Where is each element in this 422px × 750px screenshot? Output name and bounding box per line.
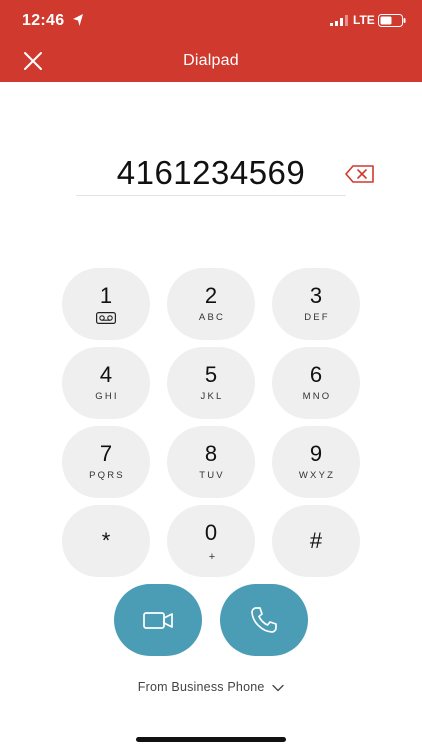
key-8[interactable]: 8 TUV bbox=[167, 426, 255, 498]
battery-icon bbox=[378, 14, 406, 27]
key-hash[interactable]: # bbox=[272, 505, 360, 577]
number-underline bbox=[76, 195, 346, 196]
key-digit: # bbox=[309, 528, 323, 553]
key-digit: 8 bbox=[204, 441, 218, 466]
key-0[interactable]: 0 + bbox=[167, 505, 255, 577]
key-letters: DEF bbox=[304, 312, 330, 323]
key-digit: 4 bbox=[99, 362, 113, 387]
key-digit: 7 bbox=[99, 441, 113, 466]
from-phone-label: From Business Phone bbox=[137, 680, 265, 694]
voicemail-icon bbox=[96, 312, 116, 324]
video-call-button[interactable] bbox=[114, 584, 202, 656]
key-2[interactable]: 2 ABC bbox=[167, 268, 255, 340]
key-5[interactable]: 5 JKL bbox=[167, 347, 255, 419]
key-letters: + bbox=[208, 551, 216, 563]
network-type: LTE bbox=[353, 13, 375, 27]
key-letters: TUV bbox=[199, 470, 225, 481]
key-digit: 9 bbox=[309, 441, 323, 466]
key-letters: JKL bbox=[200, 391, 224, 402]
key-digit: 2 bbox=[204, 283, 218, 308]
signal-icon bbox=[330, 15, 348, 26]
key-digit: 0 bbox=[204, 520, 218, 545]
key-3[interactable]: 3 DEF bbox=[272, 268, 360, 340]
key-digit: 1 bbox=[99, 283, 113, 308]
key-letters: MNO bbox=[302, 391, 332, 402]
status-bar: 12:46 LTE bbox=[0, 0, 422, 40]
backspace-icon[interactable] bbox=[344, 163, 376, 185]
key-digit: * bbox=[101, 528, 111, 553]
key-6[interactable]: 6 MNO bbox=[272, 347, 360, 419]
location-arrow-icon bbox=[73, 14, 83, 26]
from-phone-selector[interactable]: From Business Phone bbox=[0, 680, 422, 694]
key-9[interactable]: 9 WXYZ bbox=[272, 426, 360, 498]
dialed-number[interactable]: 4161234569 bbox=[76, 154, 346, 192]
key-7[interactable]: 7 PQRS bbox=[62, 426, 150, 498]
key-letters: WXYZ bbox=[298, 470, 336, 481]
key-letters: GHI bbox=[95, 391, 119, 402]
video-call-icon bbox=[143, 612, 173, 629]
status-time: 12:46 bbox=[22, 12, 65, 29]
key-digit: 6 bbox=[309, 362, 323, 387]
home-indicator bbox=[136, 737, 286, 742]
key-letters: PQRS bbox=[89, 470, 125, 481]
chevron-down-icon bbox=[272, 684, 284, 691]
key-1[interactable]: 1 bbox=[62, 268, 150, 340]
key-digit: 5 bbox=[204, 362, 218, 387]
key-digit: 3 bbox=[309, 283, 323, 308]
phone-icon bbox=[251, 607, 277, 633]
key-letters: ABC bbox=[198, 312, 226, 323]
key-4[interactable]: 4 GHI bbox=[62, 347, 150, 419]
voice-call-button[interactable] bbox=[220, 584, 308, 656]
key-star[interactable]: * bbox=[62, 505, 150, 577]
page-title: Dialpad bbox=[183, 52, 239, 69]
header-bar: 12:46 LTE Dialpad bbox=[0, 0, 422, 82]
